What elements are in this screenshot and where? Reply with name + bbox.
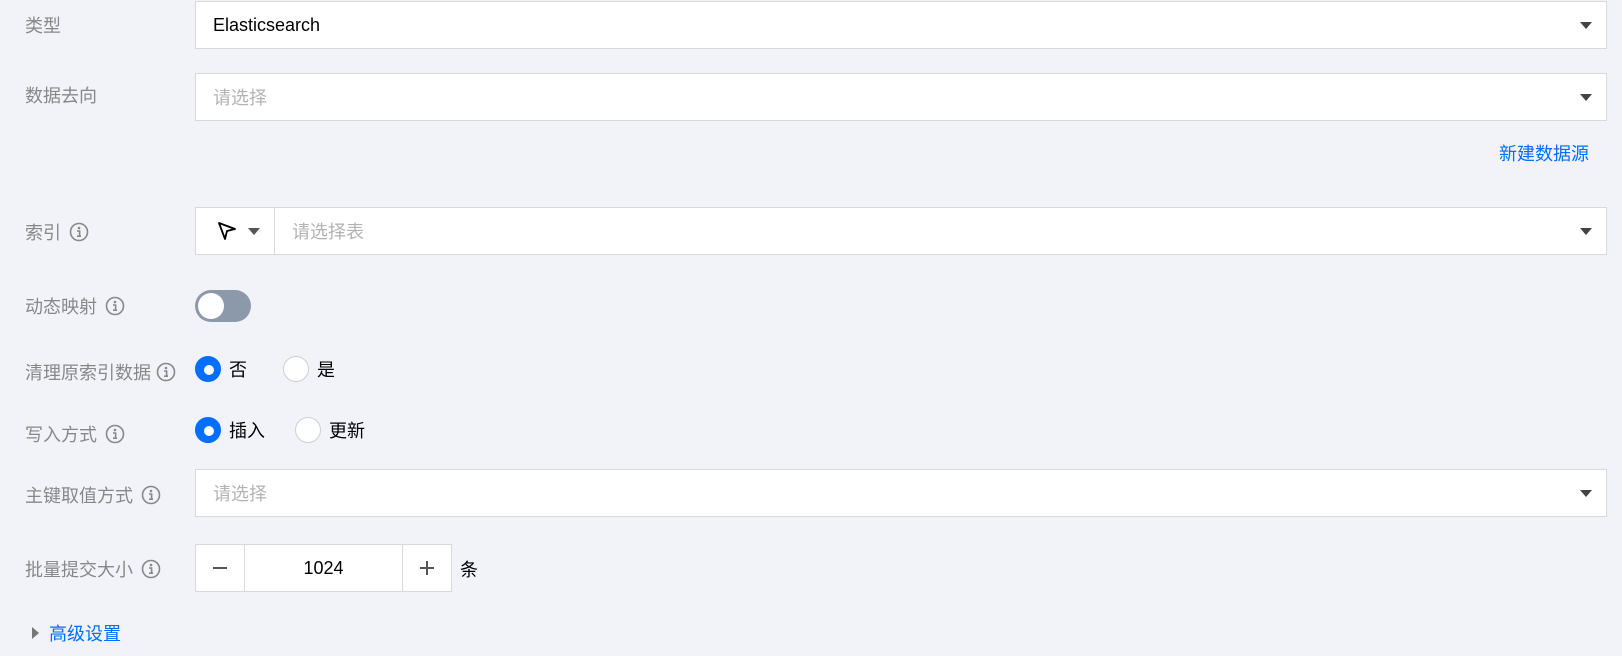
info-icon[interactable] — [105, 424, 125, 444]
chevron-down-icon — [1580, 22, 1592, 29]
write-mode-label-text: 写入方式 — [25, 425, 97, 445]
info-icon[interactable] — [69, 222, 89, 242]
radio-label: 更新 — [329, 421, 365, 441]
chevron-down-icon — [1580, 490, 1592, 497]
radio-clear-yes[interactable]: 是 — [283, 356, 335, 382]
increment-button[interactable] — [403, 545, 451, 591]
index-input-group: 请选择表 — [195, 207, 1607, 255]
index-table-select[interactable]: 请选择表 — [275, 208, 1606, 254]
advanced-settings-toggle[interactable]: 高级设置 — [32, 620, 121, 646]
clear-index-data-radio-group: 否 是 — [195, 356, 365, 382]
type-select-value: Elasticsearch — [213, 14, 321, 35]
batch-size-input[interactable]: 1024 — [244, 545, 403, 591]
toggle-knob — [198, 293, 224, 319]
primary-key-mode-label-text: 主键取值方式 — [25, 486, 133, 506]
radio-label: 插入 — [229, 421, 265, 441]
index-table-placeholder: 请选择表 — [292, 222, 364, 242]
dynamic-mapping-label: 动态映射 — [25, 293, 125, 319]
info-icon[interactable] — [156, 362, 176, 382]
type-label-text: 类型 — [25, 16, 61, 36]
type-label: 类型 — [25, 12, 61, 38]
radio-label: 否 — [229, 360, 247, 380]
batch-size-label: 批量提交大小 — [25, 556, 161, 582]
index-label-text: 索引 — [25, 223, 61, 243]
write-mode-radio-group: 插入 更新 — [195, 417, 395, 443]
caret-right-icon — [32, 627, 39, 639]
radio-write-update[interactable]: 更新 — [295, 417, 365, 443]
index-mode-dropdown[interactable] — [196, 208, 275, 254]
batch-size-unit: 条 — [460, 560, 478, 580]
batch-size-label-text: 批量提交大小 — [25, 560, 133, 580]
data-destination-label-text: 数据去向 — [25, 86, 97, 106]
plus-icon — [420, 561, 434, 575]
cursor-icon — [216, 220, 238, 242]
advanced-settings-label: 高级设置 — [49, 624, 121, 644]
dynamic-mapping-toggle[interactable] — [195, 290, 251, 322]
index-label: 索引 — [25, 219, 89, 245]
new-datasource-link[interactable]: 新建数据源 — [1499, 140, 1589, 166]
radio-button[interactable] — [283, 356, 309, 382]
datasink-config-form: 类型 Elasticsearch 数据去向 请选择 新建数据源 索引 请选择表 — [0, 0, 1622, 656]
primary-key-mode-placeholder: 请选择 — [213, 484, 267, 504]
radio-write-insert[interactable]: 插入 — [195, 417, 265, 443]
data-destination-select[interactable]: 请选择 — [195, 73, 1607, 121]
info-icon[interactable] — [141, 485, 161, 505]
minus-icon — [213, 567, 227, 569]
primary-key-mode-select[interactable]: 请选择 — [195, 469, 1607, 517]
chevron-down-icon — [248, 228, 260, 235]
write-mode-label: 写入方式 — [25, 421, 125, 447]
clear-index-data-label: 清理原索引数据 — [25, 359, 176, 385]
clear-index-data-label-text: 清理原索引数据 — [25, 363, 151, 383]
data-destination-placeholder: 请选择 — [213, 88, 267, 108]
radio-button-checked[interactable] — [195, 417, 221, 443]
type-select[interactable]: Elasticsearch — [195, 1, 1607, 49]
primary-key-mode-label: 主键取值方式 — [25, 482, 161, 508]
radio-label: 是 — [317, 360, 335, 380]
dynamic-mapping-label-text: 动态映射 — [25, 297, 97, 317]
batch-size-stepper: 1024 — [195, 544, 452, 592]
chevron-down-icon — [1580, 94, 1592, 101]
radio-button[interactable] — [295, 417, 321, 443]
chevron-down-icon — [1580, 228, 1592, 235]
decrement-button[interactable] — [196, 545, 244, 591]
radio-clear-no[interactable]: 否 — [195, 356, 247, 382]
info-icon[interactable] — [141, 559, 161, 579]
radio-button-checked[interactable] — [195, 356, 221, 382]
info-icon[interactable] — [105, 296, 125, 316]
data-destination-label: 数据去向 — [25, 82, 97, 108]
